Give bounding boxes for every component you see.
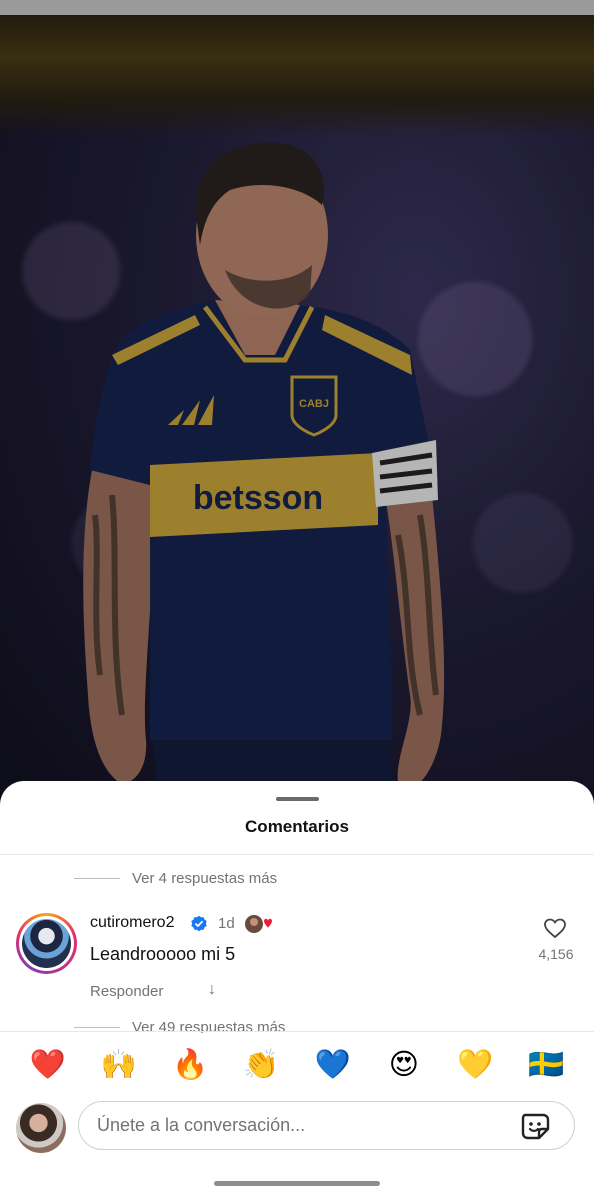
emoji-sweden-flag[interactable]: 🇸🇪 (524, 1043, 568, 1085)
divider (0, 1031, 594, 1032)
emoji-yellow-heart[interactable]: 💛 (453, 1043, 497, 1085)
commenter-avatar[interactable] (16, 913, 77, 974)
like-count: 4,156 (538, 946, 574, 962)
comment-input[interactable] (97, 1102, 507, 1149)
status-strip (0, 0, 594, 15)
photo-dim-overlay (0, 15, 594, 815)
comment-input-box[interactable] (78, 1101, 575, 1150)
emoji-fire[interactable]: 🔥 (168, 1043, 212, 1085)
my-avatar[interactable] (16, 1103, 66, 1153)
comment-text: Leandrooooo mi 5 (90, 944, 236, 964)
comment-username[interactable]: cutiromero2 (90, 914, 174, 932)
divider (0, 854, 594, 855)
sheet-drag-handle[interactable] (276, 797, 319, 801)
sheet-title: Comentarios (245, 817, 349, 836)
emoji-heart-eyes[interactable]: 😍 (382, 1043, 426, 1085)
quick-emoji-bar: ❤️ 🙌 🔥 👏 💙 😍 💛 🇸🇪 (0, 1043, 594, 1085)
translate-arrow-icon[interactable]: ↓ (208, 981, 216, 999)
reply-button[interactable]: Responder (90, 983, 163, 1000)
like-heart-icon[interactable] (543, 917, 567, 939)
replies-line (74, 878, 120, 879)
emoji-blue-heart[interactable]: 💙 (311, 1043, 355, 1085)
emoji-clapping[interactable]: 👏 (239, 1043, 283, 1085)
view-more-replies-button[interactable]: Ver 4 respuestas más (74, 870, 277, 887)
comment-item: cutiromero2 1d Leandrooooo mi 5 Responde… (0, 911, 594, 1031)
comments-sheet: Comentarios Ver 4 respuestas más cutirom… (0, 781, 594, 1200)
emoji-raising-hands[interactable]: 🙌 (97, 1043, 141, 1085)
comment-time: 1d (218, 915, 235, 932)
sticker-icon[interactable] (519, 1112, 553, 1142)
post-photo[interactable]: CABJ betsson (0, 15, 594, 815)
home-indicator[interactable] (214, 1181, 380, 1186)
replies-line (74, 1027, 120, 1028)
emoji-red-heart[interactable]: ❤️ (26, 1043, 70, 1085)
comment-composer (0, 1099, 594, 1159)
view-more-replies-label: Ver 4 respuestas más (132, 870, 278, 887)
creator-liked-icon (245, 915, 272, 933)
verified-badge-icon (191, 915, 207, 932)
